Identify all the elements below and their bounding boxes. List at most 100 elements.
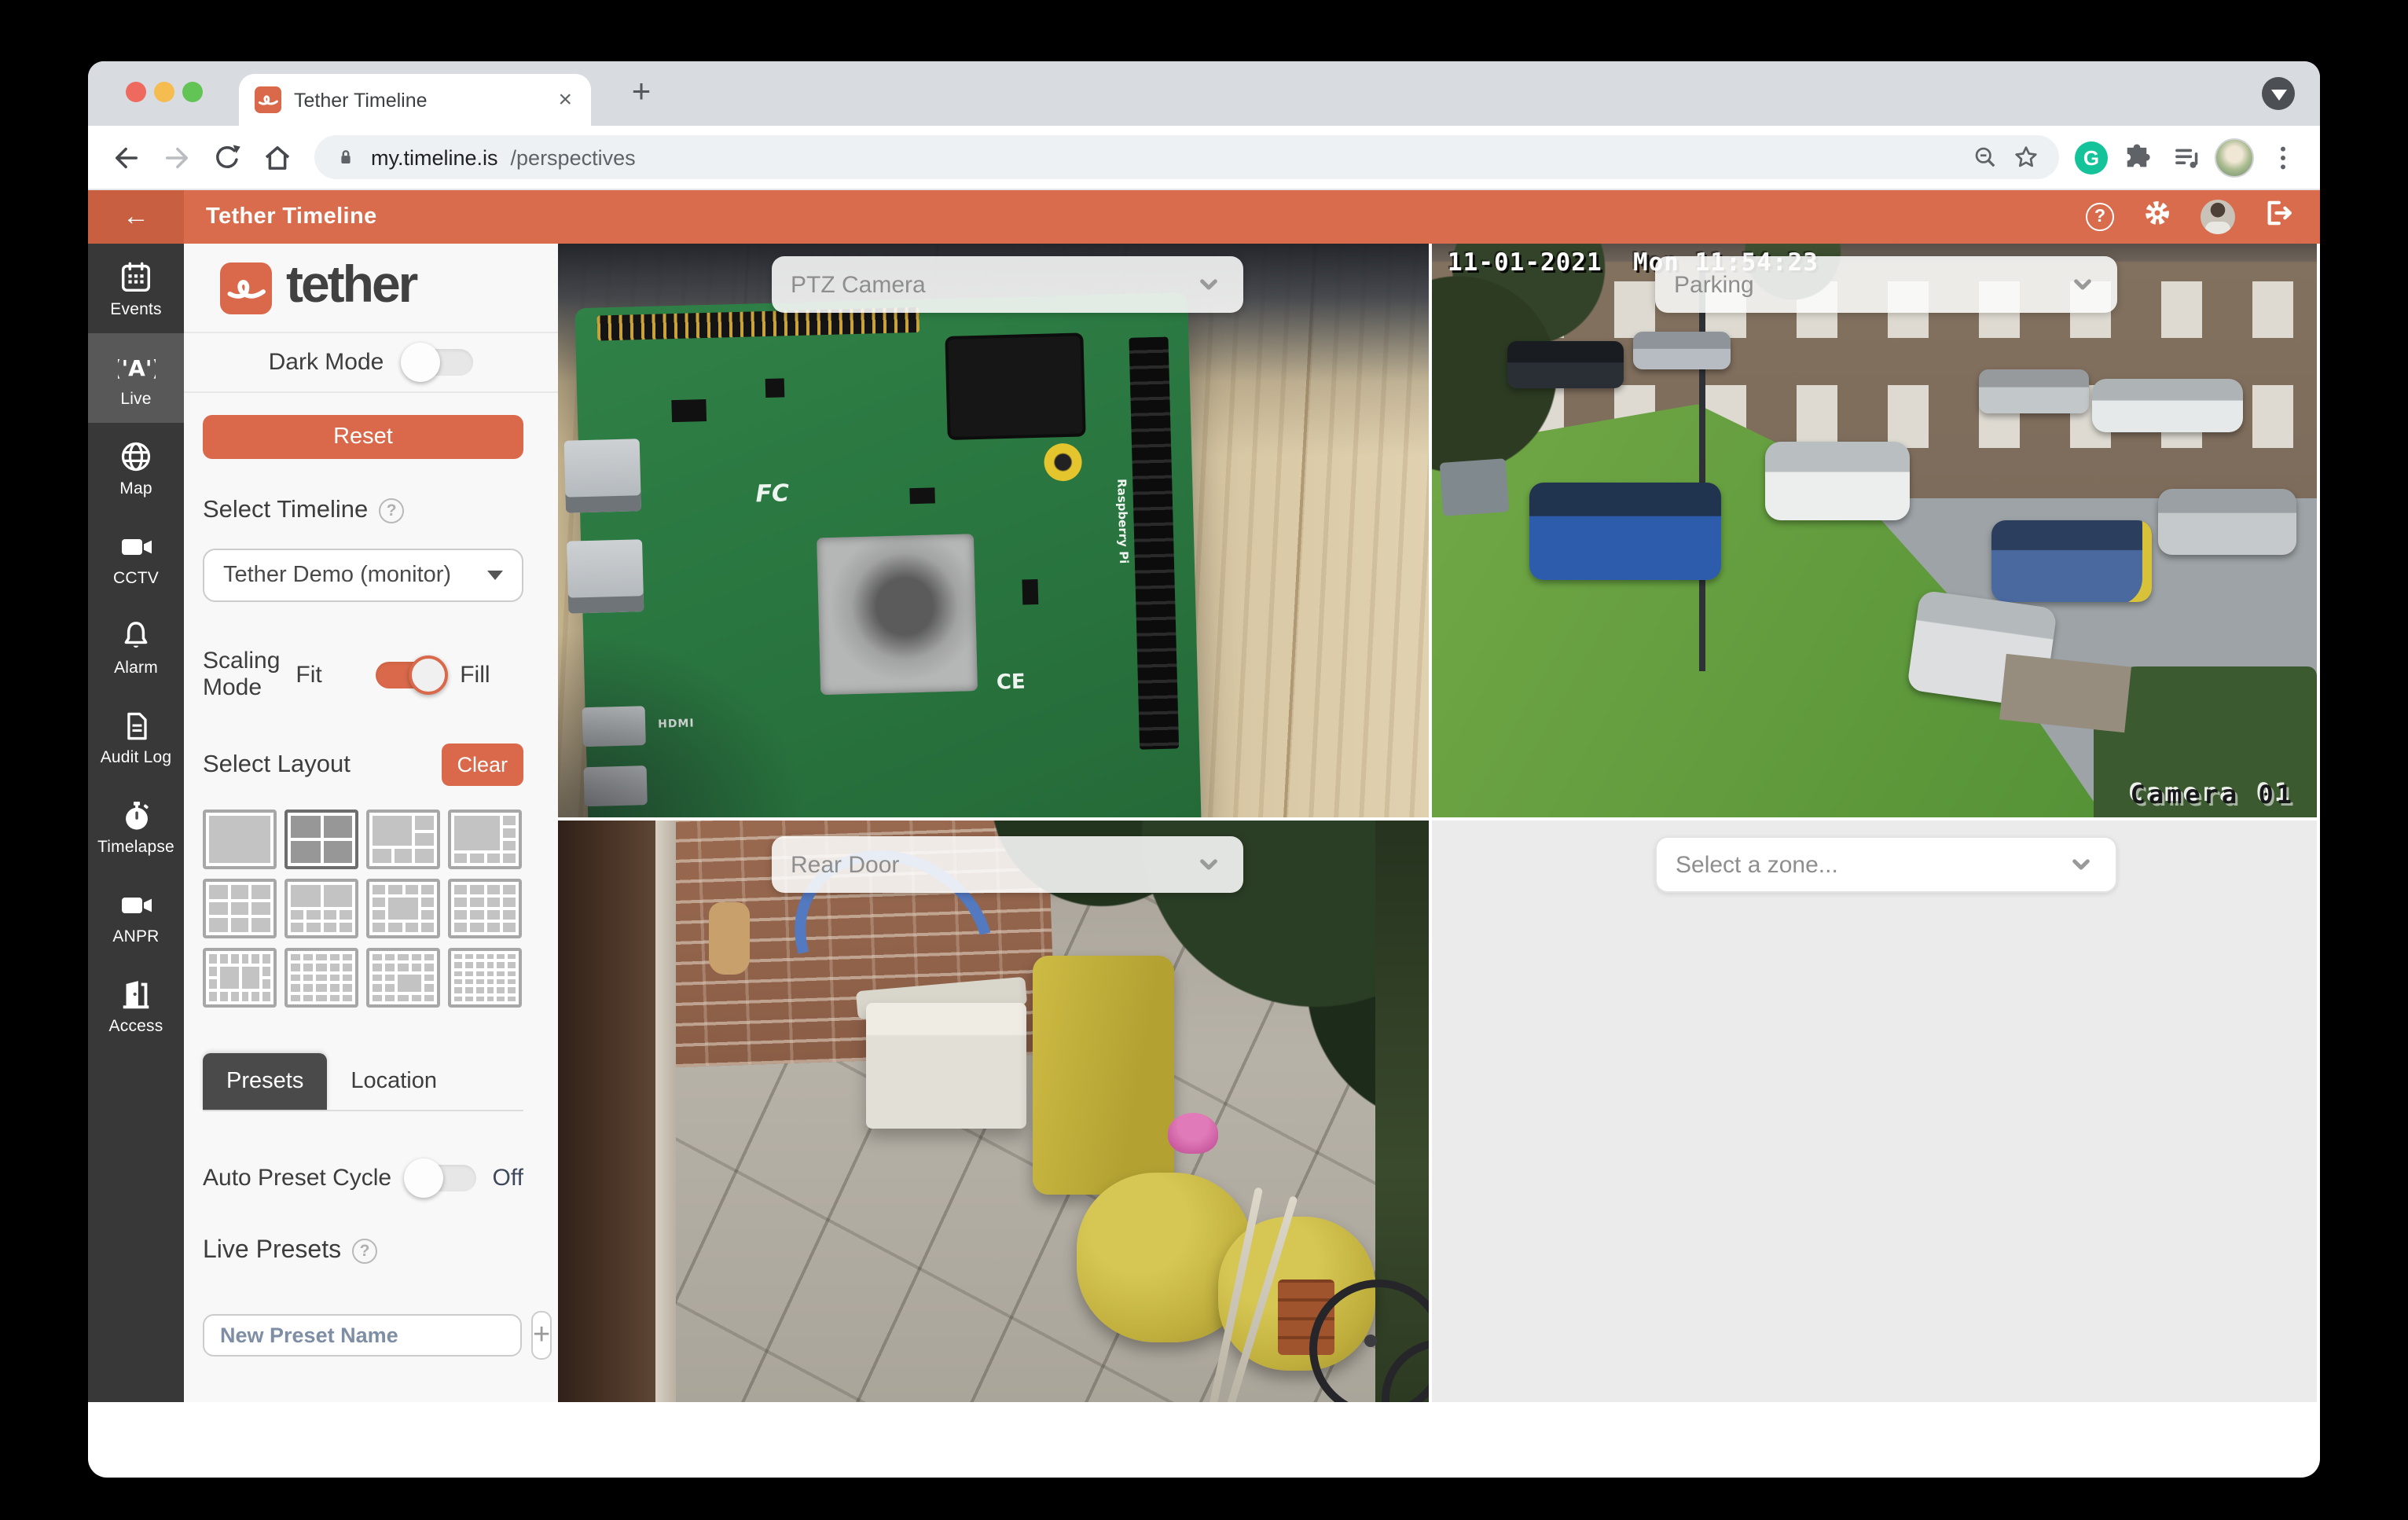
layout-option-9[interactable] <box>203 948 277 1008</box>
sidebar-item-label: CCTV <box>113 568 159 587</box>
layout-cell <box>323 885 352 907</box>
layout-option-10[interactable] <box>284 948 358 1008</box>
parked-car <box>1633 332 1731 369</box>
timeline-select[interactable]: Tether Demo (monitor) <box>203 549 523 602</box>
camera-tile-empty[interactable]: Select a zone... <box>1432 821 2317 1402</box>
layout-option-3[interactable] <box>366 810 440 869</box>
camera-tile-rear-door[interactable]: Rear Door <box>558 821 1429 1402</box>
layout-cell <box>262 979 270 989</box>
tab-presets[interactable]: Presets <box>203 1053 327 1110</box>
layout-option-2[interactable] <box>284 810 358 869</box>
sidebar-item-live[interactable]: ('A')Live <box>88 333 184 423</box>
browser-tab[interactable]: Tether Timeline × <box>239 74 591 126</box>
layout-option-7[interactable] <box>366 879 440 938</box>
sidebar-item-cctv[interactable]: CCTV <box>88 512 184 602</box>
tether-logo-icon <box>220 262 272 314</box>
memory-chip <box>948 336 1082 437</box>
tab-close-icon[interactable]: × <box>555 86 575 113</box>
layout-cell <box>385 994 395 1001</box>
layout-cell <box>497 954 505 960</box>
browser-menu-kebab-icon[interactable] <box>2260 135 2304 179</box>
layout-option-12[interactable] <box>448 948 522 1008</box>
layout-cell <box>416 816 434 829</box>
layout-cell <box>317 964 326 971</box>
layout-option-5[interactable] <box>203 879 277 938</box>
layout-cell <box>262 954 270 964</box>
sidebar-item-alarm[interactable]: Alarm <box>88 602 184 692</box>
auto-preset-toggle[interactable] <box>408 1165 477 1191</box>
layout-cell <box>373 850 391 863</box>
layout-cell <box>454 988 462 993</box>
tab-location[interactable]: Location <box>327 1053 461 1110</box>
chest-freezer <box>866 1003 1026 1129</box>
parked-car <box>1979 369 2089 413</box>
grammarly-extension-icon[interactable]: G <box>2075 141 2108 174</box>
sidebar-item-map[interactable]: Map <box>88 423 184 512</box>
layout-cell <box>486 854 500 863</box>
sidebar-item-timelapse[interactable]: Timelapse <box>88 781 184 871</box>
layout-cell <box>230 954 238 964</box>
layout-cell <box>385 964 395 971</box>
layout-option-6[interactable] <box>284 879 358 938</box>
layout-cell <box>209 901 227 915</box>
live-presets-help-icon[interactable]: ? <box>352 1239 377 1264</box>
url-bar[interactable]: my.timeline.is/perspectives <box>314 135 2059 179</box>
layout-cell <box>389 885 402 894</box>
calendar-icon <box>118 259 154 296</box>
layout-cell <box>323 816 352 838</box>
reload-button[interactable] <box>204 135 248 179</box>
layout-cell <box>503 841 516 850</box>
layout-cell <box>241 954 249 964</box>
browser-profile-avatar[interactable] <box>2215 138 2254 177</box>
new-preset-input[interactable] <box>203 1314 522 1357</box>
sidebar-item-access[interactable]: Access <box>88 960 184 1050</box>
timeline-select-value: Tether Demo (monitor) <box>223 563 451 588</box>
app-back-button[interactable]: ← <box>88 190 184 244</box>
back-button[interactable] <box>104 135 148 179</box>
sidebar-item-anpr[interactable]: ANPR <box>88 871 184 960</box>
dark-mode-toggle[interactable] <box>404 349 473 376</box>
layout-cell <box>465 988 473 993</box>
user-avatar[interactable] <box>2201 200 2235 234</box>
timeline-help-icon[interactable]: ? <box>379 498 404 523</box>
extensions-puzzle-icon[interactable] <box>2114 135 2158 179</box>
help-icon[interactable]: ? <box>2086 203 2114 231</box>
door-edge <box>558 821 655 1402</box>
sidebar-item-audit-log[interactable]: Audit Log <box>88 692 184 781</box>
traffic-minimize-button[interactable] <box>154 82 174 102</box>
camera-select-rear-door[interactable]: Rear Door <box>772 836 1243 893</box>
layout-options <box>203 810 558 1008</box>
preset-location-tabs: Presets Location <box>203 1053 523 1111</box>
white-suv <box>1765 442 1910 520</box>
bookmark-star-icon[interactable] <box>2012 143 2040 171</box>
garden-wall <box>1999 654 2131 732</box>
clear-layout-button[interactable]: Clear <box>441 743 523 786</box>
home-button[interactable] <box>255 135 299 179</box>
add-preset-button[interactable]: + <box>531 1311 552 1360</box>
tab-search-button[interactable] <box>2262 77 2295 110</box>
layout-cell <box>497 996 505 1001</box>
layout-option-1[interactable] <box>203 810 277 869</box>
sidebar-item-events[interactable]: Events <box>88 244 184 333</box>
layout-option-4[interactable] <box>448 810 522 869</box>
camera-select-parking[interactable]: Parking <box>1655 256 2117 313</box>
reset-button[interactable]: Reset <box>203 415 523 459</box>
camera-select-ptz[interactable]: PTZ Camera <box>772 256 1243 313</box>
zone-select[interactable]: Select a zone... <box>1655 836 2117 893</box>
auto-preset-label: Auto Preset Cycle <box>203 1165 392 1191</box>
forward-button[interactable] <box>154 135 198 179</box>
traffic-maximize-button[interactable] <box>182 82 203 102</box>
gear-icon[interactable] <box>2141 196 2174 237</box>
scaling-mode-toggle[interactable] <box>375 661 444 688</box>
camera-tile-parking[interactable]: 11-01-2021 Mon 11:54:23 Camera 01 Parkin… <box>1432 244 2317 817</box>
zoom-out-icon[interactable] <box>1971 143 1999 171</box>
logout-icon[interactable] <box>2262 196 2295 237</box>
traffic-close-button[interactable] <box>126 82 146 102</box>
layout-option-8[interactable] <box>448 879 522 938</box>
camera-tile-ptz[interactable]: HDMI FC CE Raspberry Pi PTZ Camera <box>558 244 1429 817</box>
layout-cell <box>497 988 505 993</box>
layout-cell <box>230 885 248 898</box>
playlist-extension-icon[interactable] <box>2164 135 2208 179</box>
new-tab-button[interactable]: + <box>619 71 663 115</box>
layout-option-11[interactable] <box>366 948 440 1008</box>
